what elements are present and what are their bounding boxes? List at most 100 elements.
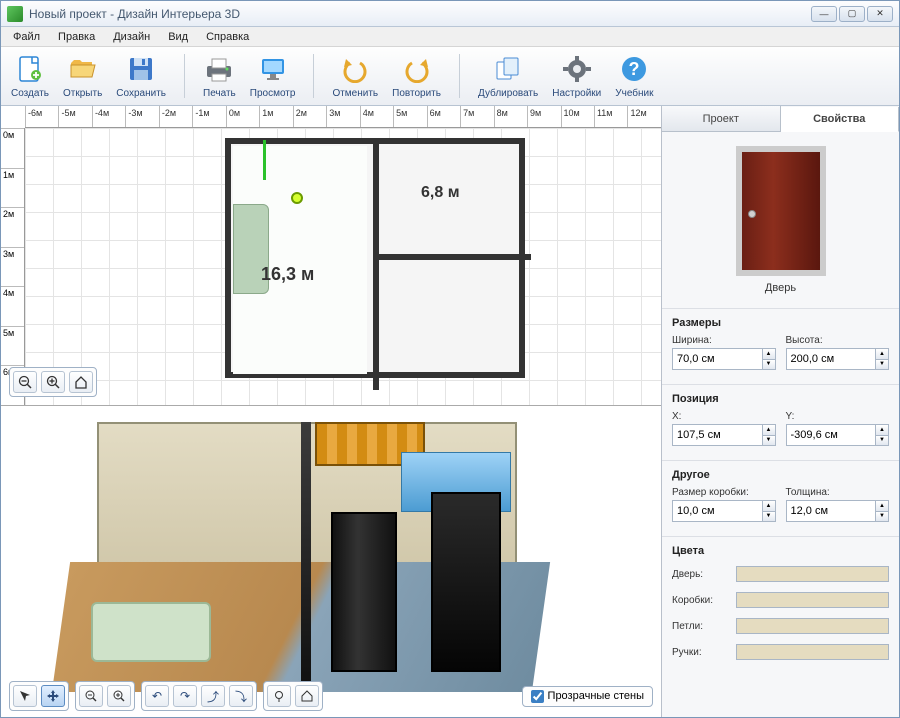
window-minimize-button[interactable]: — [811, 6, 837, 22]
color-frame-swatch[interactable] [736, 592, 889, 608]
zoom-in-2d-button[interactable] [41, 371, 65, 393]
horizontal-ruler: -6м-5м-4м-3м-2м-1м0м1м2м3м4м5м6м7м8м9м10… [25, 106, 661, 128]
create-label: Создать [11, 88, 49, 99]
duplicate-label: Дублировать [478, 88, 538, 99]
window-maximize-button[interactable]: ▢ [839, 6, 865, 22]
window-titlebar: Новый проект - Дизайн Интерьера 3D — ▢ ✕ [1, 1, 899, 27]
width-label: Ширина: [672, 335, 776, 346]
light-button[interactable] [267, 685, 291, 707]
undo-label: Отменить [332, 88, 378, 99]
transparent-walls-checkbox[interactable] [531, 690, 544, 703]
pan-3d-button[interactable] [41, 685, 65, 707]
x-input[interactable] [672, 424, 762, 446]
y-spin-up[interactable]: ▲ [875, 424, 889, 435]
plan-grid: 16,3 м 6,8 м [25, 128, 661, 405]
menu-design[interactable]: Дизайн [105, 29, 158, 45]
sizes-heading: Размеры [672, 317, 889, 329]
menu-edit[interactable]: Правка [50, 29, 103, 45]
zoom-in-3d-button[interactable] [107, 685, 131, 707]
zoom-out-2d-button[interactable] [13, 371, 37, 393]
zoom-out-3d-button[interactable] [79, 685, 103, 707]
x-spin-down[interactable]: ▼ [762, 435, 776, 447]
transparent-walls-label: Прозрачные стены [548, 690, 644, 702]
redo-arrow-icon [401, 53, 433, 85]
3d-render[interactable] [61, 412, 541, 692]
height-spin-up[interactable]: ▲ [875, 348, 889, 359]
settings-label: Настройки [552, 88, 601, 99]
thick-spin-down[interactable]: ▼ [875, 511, 889, 523]
cursor-3d-button[interactable] [13, 685, 37, 707]
tutorial-label: Учебник [615, 88, 653, 99]
rotate-up-button[interactable]: ⤴ [201, 685, 225, 707]
home-3d-button[interactable] [295, 685, 319, 707]
home-2d-button[interactable] [69, 371, 93, 393]
open-label: Открыть [63, 88, 102, 99]
frame-input[interactable] [672, 500, 762, 522]
color-frame-label: Коробки: [672, 595, 736, 606]
color-handles-swatch[interactable] [736, 644, 889, 660]
preview-caption: Дверь [765, 282, 796, 294]
menu-bar: Файл Правка Дизайн Вид Справка [1, 27, 899, 47]
room-area-1: 16,3 м [261, 264, 314, 285]
menu-view[interactable]: Вид [160, 29, 196, 45]
other-heading: Другое [672, 469, 889, 481]
thick-input[interactable] [786, 500, 876, 522]
color-door-swatch[interactable] [736, 566, 889, 582]
menu-file[interactable]: Файл [5, 29, 48, 45]
preview-button[interactable]: Просмотр [250, 53, 296, 99]
color-hinges-swatch[interactable] [736, 618, 889, 634]
color-door-label: Дверь: [672, 569, 736, 580]
y-label: Y: [786, 411, 890, 422]
window-close-button[interactable]: ✕ [867, 6, 893, 22]
x-label: X: [672, 411, 776, 422]
height-label: Высота: [786, 335, 890, 346]
light-marker[interactable] [291, 192, 303, 204]
color-handles-label: Ручки: [672, 647, 736, 658]
height-spin-down[interactable]: ▼ [875, 359, 889, 371]
printer-icon [203, 53, 235, 85]
floorplan-2d-view[interactable]: -6м-5м-4м-3м-2м-1м0м1м2м3м4м5м6м7м8м9м10… [1, 106, 661, 406]
save-button[interactable]: Сохранить [116, 53, 166, 99]
create-button[interactable]: Создать [11, 53, 49, 99]
width-spin-up[interactable]: ▲ [762, 348, 776, 359]
object-preview: Дверь [662, 132, 899, 308]
settings-button[interactable]: Настройки [552, 53, 601, 99]
print-button[interactable]: Печать [203, 53, 236, 99]
undo-button[interactable]: Отменить [332, 53, 378, 99]
save-label: Сохранить [116, 88, 166, 99]
frame-spin-down[interactable]: ▼ [762, 511, 776, 523]
height-input[interactable] [786, 348, 876, 370]
y-spin-down[interactable]: ▼ [875, 435, 889, 447]
redo-button[interactable]: Повторить [392, 53, 441, 99]
y-input[interactable] [786, 424, 876, 446]
window-title: Новый проект - Дизайн Интерьера 3D [29, 7, 811, 21]
door-preview-image [736, 146, 826, 276]
tutorial-button[interactable]: ? Учебник [615, 53, 653, 99]
monitor-icon [257, 53, 289, 85]
help-icon: ? [618, 53, 650, 85]
print-label: Печать [203, 88, 236, 99]
floorplan-3d-view[interactable]: ↶ ↷ ⤴ ⤵ Прозр [1, 406, 661, 717]
color-hinges-label: Петли: [672, 621, 736, 632]
gear-icon [561, 53, 593, 85]
rotate-right-button[interactable]: ↷ [173, 685, 197, 707]
rotate-left-button[interactable]: ↶ [145, 685, 169, 707]
width-input[interactable] [672, 348, 762, 370]
tab-project[interactable]: Проект [662, 106, 781, 131]
frame-spin-up[interactable]: ▲ [762, 500, 776, 511]
new-document-icon [14, 53, 46, 85]
x-spin-up[interactable]: ▲ [762, 424, 776, 435]
open-button[interactable]: Открыть [63, 53, 102, 99]
redo-label: Повторить [392, 88, 441, 99]
properties-sidebar: Проект Свойства Дверь Размеры Ширина: ▲▼ [661, 106, 899, 717]
duplicate-icon [492, 53, 524, 85]
floorplan-shape[interactable]: 16,3 м 6,8 м [225, 138, 525, 378]
door-marker[interactable] [263, 140, 266, 180]
door-knob-icon [748, 210, 756, 218]
duplicate-button[interactable]: Дублировать [478, 53, 538, 99]
rotate-down-button[interactable]: ⤵ [229, 685, 253, 707]
menu-help[interactable]: Справка [198, 29, 257, 45]
width-spin-down[interactable]: ▼ [762, 359, 776, 371]
tab-properties[interactable]: Свойства [781, 107, 900, 132]
thick-spin-up[interactable]: ▲ [875, 500, 889, 511]
